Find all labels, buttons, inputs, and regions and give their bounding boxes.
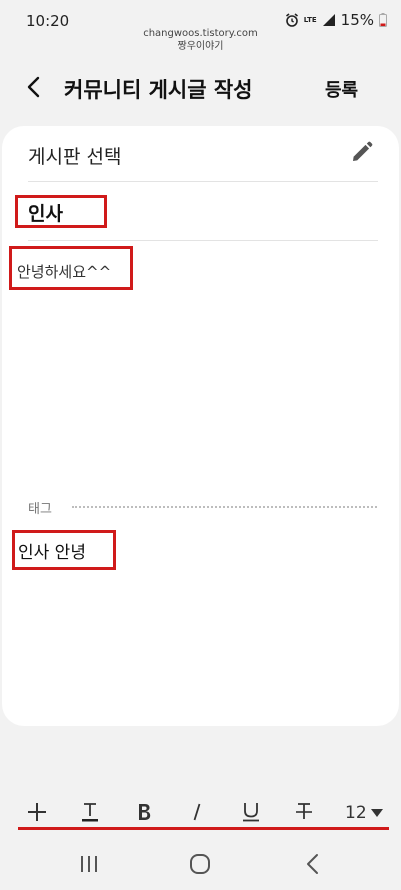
network-type: LTE (303, 15, 317, 24)
tag-dotted-line (72, 506, 377, 508)
pencil-icon[interactable] (350, 140, 374, 164)
recent-apps-icon[interactable] (80, 854, 98, 874)
bold-icon (139, 804, 151, 820)
underline-icon (243, 803, 259, 822)
board-select[interactable]: 게시판 선택 (28, 142, 121, 169)
home-icon[interactable] (189, 853, 211, 875)
register-button[interactable]: 등록 (325, 76, 358, 102)
font-size-value: 12 (345, 803, 367, 823)
page-title: 커뮤니티 게시글 작성 (64, 78, 253, 102)
watermark: changwoos.tistory.com 짱우이야기 (0, 27, 401, 53)
system-navigation-bar (0, 836, 401, 890)
tag-label: 태그 (28, 502, 52, 517)
signal-icon (322, 14, 335, 26)
watermark-blog-name: 짱우이야기 (177, 41, 224, 52)
text-color-icon (82, 803, 98, 822)
body-textarea[interactable]: 안녕하세요^^ (17, 261, 111, 282)
triangle-down-icon (370, 809, 383, 817)
divider (28, 181, 378, 182)
divider (28, 240, 378, 241)
italic-icon (193, 803, 201, 821)
toolbar-highlight-underline (18, 827, 389, 830)
nav-back-icon[interactable] (305, 853, 321, 875)
font-size-dropdown[interactable]: 12 (345, 803, 383, 823)
back-arrow-icon[interactable] (22, 72, 48, 102)
tag-input[interactable]: 인사 안녕 (18, 538, 86, 563)
battery-percent: 15% (340, 11, 374, 29)
status-icons: LTE 15% (285, 11, 387, 29)
title-input[interactable]: 인사 (28, 199, 63, 226)
alarm-icon (285, 13, 298, 27)
battery-icon (379, 13, 387, 27)
strikethrough-icon (296, 803, 312, 819)
plus-icon (28, 803, 46, 821)
